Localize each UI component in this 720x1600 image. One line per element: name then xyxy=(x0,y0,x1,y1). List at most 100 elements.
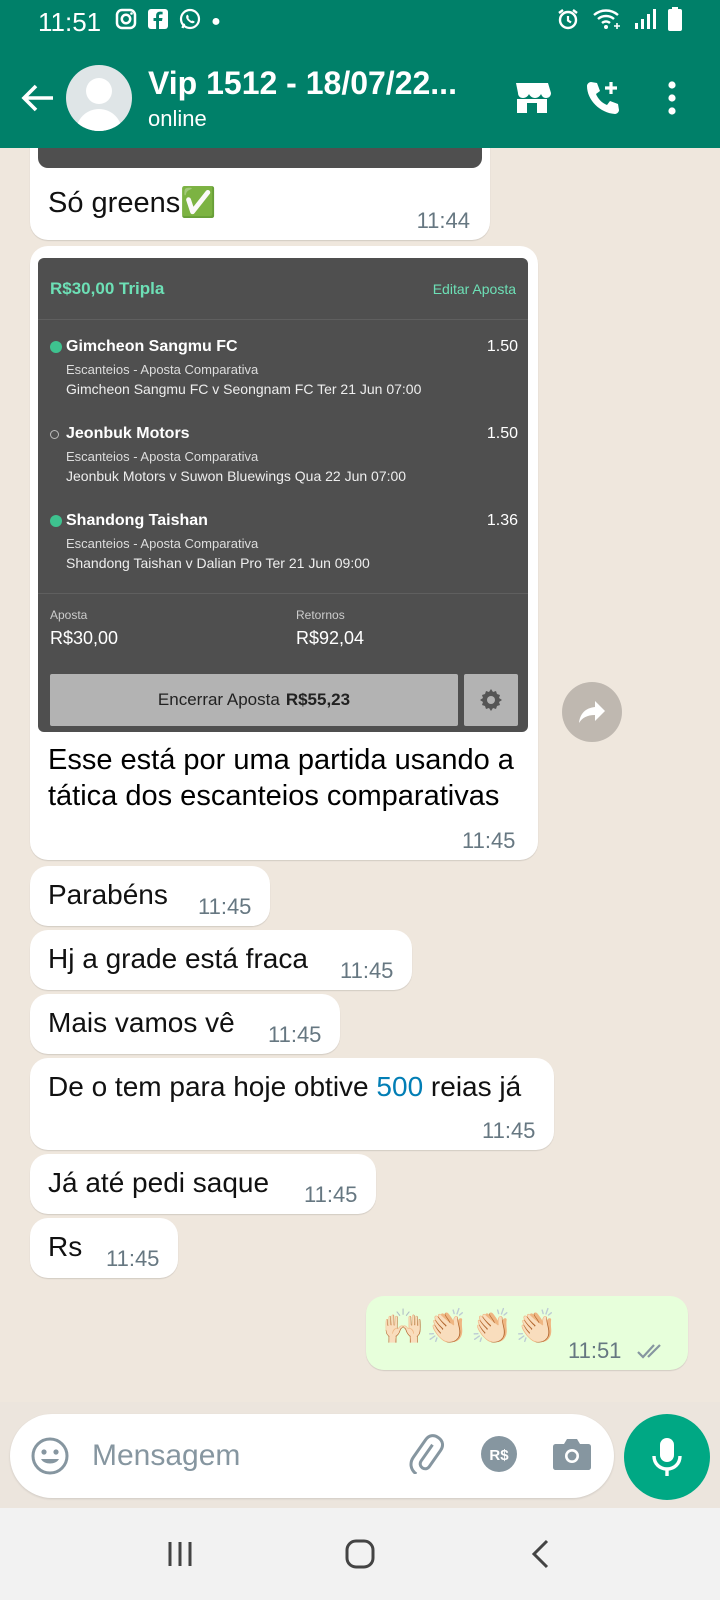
top-bar: 11:51 ● Vip 1512 - 18/07/22... online xyxy=(0,0,720,148)
message-bubble[interactable]: Só greens✅ 11:44 xyxy=(30,148,490,240)
leg-match: Gimcheon Sangmu FC v Seongnam FC Ter 21 … xyxy=(66,381,422,397)
message-bubble[interactable]: Parabéns 11:45 xyxy=(30,866,270,926)
emoji-icon[interactable] xyxy=(28,1434,72,1478)
message-bubble[interactable]: Rs 11:45 xyxy=(30,1218,178,1278)
message-input[interactable]: Mensagem xyxy=(92,1439,240,1473)
forward-icon xyxy=(579,701,605,723)
alarm-icon xyxy=(556,7,580,37)
leg-selection: Gimcheon Sangmu FC xyxy=(66,338,238,355)
store-icon[interactable] xyxy=(510,76,554,120)
check-icon xyxy=(50,341,62,353)
returns-label: Retornos xyxy=(296,608,345,622)
dot-icon: ● xyxy=(211,13,221,30)
forward-button[interactable] xyxy=(562,682,622,742)
signal-icon xyxy=(634,8,656,36)
message-time: 11:45 xyxy=(340,958,394,983)
message-time: 11:45 xyxy=(106,1246,160,1271)
read-receipt-icon xyxy=(636,1342,666,1365)
chat-title: Vip 1512 - 18/07/22... xyxy=(148,64,457,101)
pending-icon xyxy=(50,430,59,439)
bet-leg: Jeonbuk Motors 1.50 Escanteios - Aposta … xyxy=(50,425,518,484)
message-bubble[interactable]: Mais vamos vê 11:45 xyxy=(30,994,340,1054)
message-time: 11:45 xyxy=(462,828,516,853)
bet-slip-header: R$30,00 Tripla Editar Aposta xyxy=(38,258,528,320)
arrow-left-icon xyxy=(21,84,53,112)
message-time: 11:51 xyxy=(568,1338,622,1363)
wifi-icon xyxy=(592,7,622,37)
message-text-part: reias já xyxy=(423,1071,522,1102)
leg-market: Escanteios - Aposta Comparativa xyxy=(66,536,259,551)
message-text: Esse está por uma partida usando a tátic… xyxy=(48,744,514,812)
outgoing-message-bubble[interactable]: 🙌🏻👏🏻👏🏻👏🏻 11:51 xyxy=(366,1296,688,1370)
leg-match: Shandong Taishan v Dalian Pro Ter 21 Jun… xyxy=(66,555,370,571)
message-time: 11:45 xyxy=(198,894,252,919)
leg-odds: 1.36 xyxy=(486,512,518,529)
whatsapp-icon xyxy=(179,8,201,36)
gear-icon[interactable] xyxy=(464,674,518,726)
message-text: Parabéns xyxy=(48,879,168,910)
mic-icon xyxy=(652,1438,682,1476)
message-bubble[interactable]: Já até pedi saque 11:45 xyxy=(30,1154,376,1214)
returns-value: R$92,04 xyxy=(296,628,365,648)
leg-selection: Shandong Taishan xyxy=(66,512,208,529)
edit-bet-link[interactable]: Editar Aposta xyxy=(433,281,516,297)
message-time: 11:45 xyxy=(304,1182,358,1207)
header-actions xyxy=(510,76,694,120)
cashout-value: R$55,23 xyxy=(285,690,351,709)
divider xyxy=(38,593,528,594)
message-text: Hj a grade está fraca xyxy=(48,943,308,974)
more-options-icon[interactable] xyxy=(650,76,694,120)
chat-status: online xyxy=(148,105,207,131)
message-bubble[interactable]: Hj a grade está fraca 11:45 xyxy=(30,930,412,990)
home-icon[interactable] xyxy=(330,1524,390,1584)
status-right xyxy=(556,7,682,37)
cashout-button[interactable]: Encerrar Aposta R$55,23 xyxy=(50,674,458,726)
composer-actions: R$ xyxy=(406,1433,592,1479)
message-bubble[interactable]: De o tem para hoje obtive 500 reias já 1… xyxy=(30,1058,554,1150)
check-icon xyxy=(50,515,62,527)
back-icon[interactable] xyxy=(510,1524,570,1584)
leg-market: Escanteios - Aposta Comparativa xyxy=(66,449,259,464)
leg-match: Jeonbuk Motors v Suwon Bluewings Qua 22 … xyxy=(66,468,407,484)
status-time: 11:51 xyxy=(38,6,102,37)
chat-header: Vip 1512 - 18/07/22... online xyxy=(0,52,720,144)
message-text: Mais vamos vê xyxy=(48,1007,235,1038)
cashout-label: Encerrar Aposta xyxy=(157,690,280,709)
leg-market: Escanteios - Aposta Comparativa xyxy=(66,362,259,377)
message-text: De o tem para hoje obtive 500 reias já xyxy=(48,1070,521,1104)
attach-icon[interactable] xyxy=(406,1433,446,1479)
message-composer: Mensagem R$ xyxy=(10,1414,614,1498)
message-time: 11:44 xyxy=(416,208,470,233)
mic-button[interactable] xyxy=(624,1414,710,1500)
phone-number-link[interactable]: 500 xyxy=(376,1071,423,1102)
contact-info[interactable]: Vip 1512 - 18/07/22... online xyxy=(148,65,468,132)
message-time: 11:45 xyxy=(482,1118,536,1143)
leg-odds: 1.50 xyxy=(486,338,518,355)
leg-odds: 1.50 xyxy=(486,425,518,442)
leg-selection: Jeonbuk Motors xyxy=(66,425,190,442)
facebook-icon xyxy=(147,8,169,36)
message-text: Rs xyxy=(48,1231,83,1262)
instagram-icon xyxy=(115,8,137,36)
bet-slip-title: R$30,00 Tripla xyxy=(50,278,165,298)
bet-leg: Gimcheon Sangmu FC 1.50 Escanteios - Apo… xyxy=(50,338,518,397)
add-call-icon[interactable] xyxy=(580,76,624,120)
status-bar: 11:51 ● xyxy=(0,0,720,44)
message-text: 🙌🏻👏🏻👏🏻👏🏻 xyxy=(382,1308,560,1346)
image-thumbnail[interactable] xyxy=(38,148,482,168)
message-time: 11:45 xyxy=(268,1022,322,1047)
message-text: Só greens✅ xyxy=(48,187,217,219)
recent-apps-icon[interactable] xyxy=(150,1524,210,1584)
camera-icon[interactable] xyxy=(552,1436,592,1477)
avatar[interactable] xyxy=(66,65,132,131)
bet-leg: Shandong Taishan 1.36 Escanteios - Apost… xyxy=(50,512,518,571)
stake-value: R$30,00 xyxy=(50,628,119,648)
svg-text:R$: R$ xyxy=(489,1447,509,1464)
system-nav-bar xyxy=(0,1508,720,1600)
bet-slip-card[interactable]: R$30,00 Tripla Editar Aposta Gimcheon Sa… xyxy=(38,258,528,732)
payment-icon[interactable]: R$ xyxy=(480,1435,518,1478)
back-button[interactable] xyxy=(12,68,64,128)
stake-label: Aposta xyxy=(50,608,88,622)
battery-icon xyxy=(668,7,682,37)
message-text-part: De o tem para hoje obtive xyxy=(48,1071,377,1102)
